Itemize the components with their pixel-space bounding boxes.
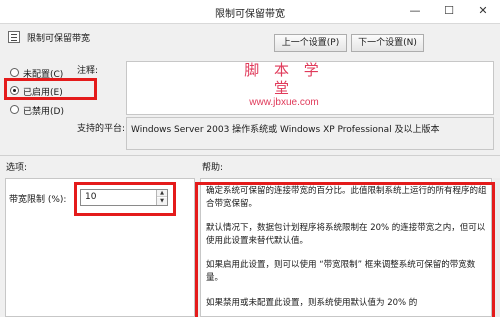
radio-button[interactable] (10, 68, 19, 77)
policy-name: 限制可保留带宽 (27, 34, 91, 44)
radio-label: 已禁用(D) (23, 107, 64, 117)
watermark-url: www.jbxue.com (249, 97, 319, 108)
next-setting-button[interactable]: 下一个设置(N) (351, 34, 424, 52)
radio-button[interactable] (10, 105, 19, 114)
options-section-label: 选项: (6, 163, 28, 173)
platform-label: 支持的平台: (77, 124, 126, 134)
title-bar: 限制可保留带宽 — ☐ ✕ (0, 0, 500, 24)
watermark: 脚 本 学 堂 www.jbxue.com (232, 61, 336, 109)
highlight-box-bandwidth (74, 182, 176, 216)
watermark-text: 脚 本 学 堂 (244, 61, 324, 97)
bandwidth-limit-label: 带宽限制 (%): (9, 195, 67, 205)
highlight-box-help (195, 182, 495, 317)
help-section-label: 帮助: (202, 163, 224, 173)
close-button[interactable]: ✕ (466, 0, 500, 24)
policy-settings-icon (8, 31, 20, 43)
comment-label: 注释: (77, 66, 99, 76)
previous-setting-button[interactable]: 上一个设置(P) (274, 34, 347, 52)
minimize-button[interactable]: — (398, 0, 432, 24)
platform-value: Windows Server 2003 操作系统或 Windows XP Pro… (126, 117, 494, 150)
highlight-box-enabled (4, 78, 97, 100)
section-divider (0, 155, 500, 156)
maximize-button[interactable]: ☐ (432, 0, 466, 24)
